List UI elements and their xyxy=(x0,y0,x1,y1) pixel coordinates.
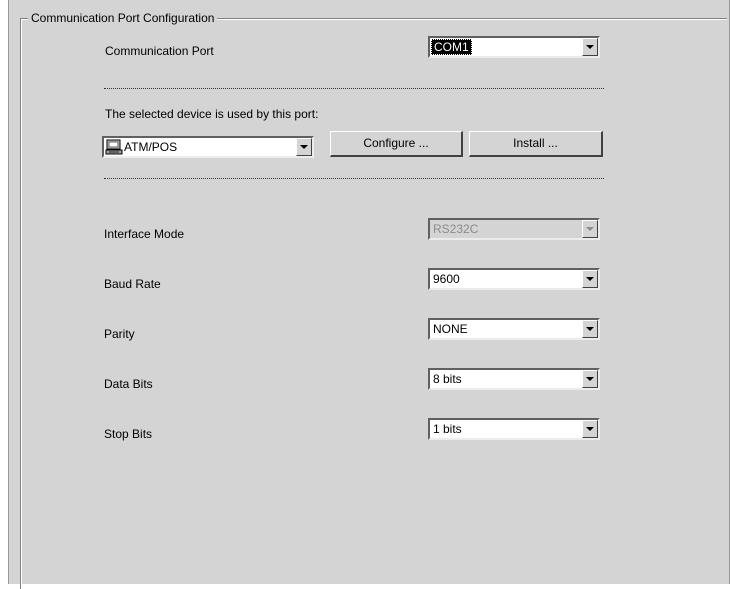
parity-value: NONE xyxy=(433,322,468,336)
configure-button[interactable]: Configure ... xyxy=(330,131,463,157)
interface-mode-value: RS232C xyxy=(433,222,479,236)
chevron-down-icon[interactable] xyxy=(582,420,598,438)
install-button[interactable]: Install ... xyxy=(469,131,603,157)
communication-port-dropdown[interactable]: COM1 xyxy=(428,36,600,58)
chevron-down-icon[interactable] xyxy=(582,370,598,388)
device-value: ATM/POS xyxy=(124,140,178,154)
separator-top xyxy=(104,88,604,89)
device-dropdown[interactable]: ATM/POS xyxy=(102,136,314,158)
atm-pos-device-icon xyxy=(105,139,123,155)
chevron-down-icon[interactable] xyxy=(582,320,598,338)
stop-bits-dropdown[interactable]: 1 bits xyxy=(428,418,600,440)
separator-bottom xyxy=(104,178,604,179)
baud-rate-label: Baud Rate xyxy=(104,277,161,291)
data-bits-label: Data Bits xyxy=(104,377,153,391)
baud-rate-dropdown[interactable]: 9600 xyxy=(428,268,600,290)
data-bits-dropdown[interactable]: 8 bits xyxy=(428,368,600,390)
parity-dropdown[interactable]: NONE xyxy=(428,318,600,340)
communication-port-label: Communication Port xyxy=(105,44,214,58)
chevron-down-icon[interactable] xyxy=(296,138,312,156)
parity-label: Parity xyxy=(104,327,135,341)
interface-mode-dropdown[interactable]: RS232C xyxy=(428,218,600,240)
stop-bits-label: Stop Bits xyxy=(104,427,153,441)
data-bits-value: 8 bits xyxy=(433,372,462,386)
chevron-down-icon[interactable] xyxy=(582,270,598,288)
interface-mode-label: Interface Mode xyxy=(104,227,185,241)
communication-port-value: COM1 xyxy=(431,39,472,55)
chevron-down-icon[interactable] xyxy=(582,220,598,238)
communication-port-groupbox xyxy=(20,18,727,589)
groupbox-title: Communication Port Configuration xyxy=(28,10,218,26)
chevron-down-icon[interactable] xyxy=(582,38,598,56)
baud-rate-value: 9600 xyxy=(433,272,460,286)
stop-bits-value: 1 bits xyxy=(433,422,462,436)
device-caption: The selected device is used by this port… xyxy=(105,107,319,121)
